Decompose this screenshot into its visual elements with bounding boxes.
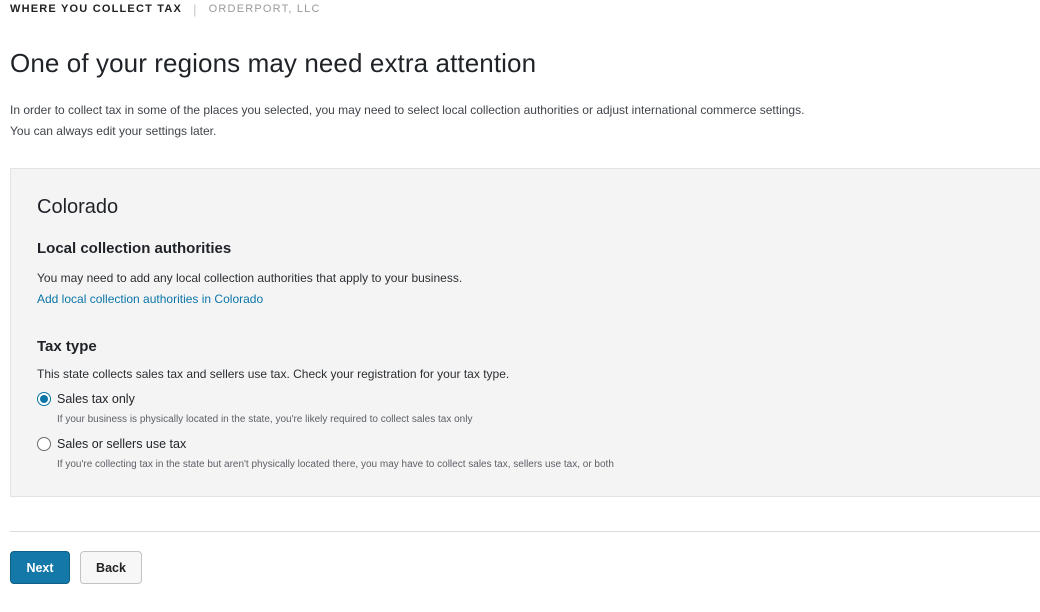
add-local-authorities-link[interactable]: Add local collection authorities in Colo… xyxy=(37,292,263,306)
region-panel: Colorado Local collection authorities Yo… xyxy=(10,168,1040,497)
sales-tax-only-radio[interactable] xyxy=(37,392,51,406)
next-button[interactable]: Next xyxy=(10,551,70,584)
page-title: One of your regions may need extra atten… xyxy=(10,48,537,78)
page: WHERE YOU COLLECT TAX | ORDERPORT, LLC O… xyxy=(0,0,1040,612)
sales-or-sellers-use-tax-radio[interactable] xyxy=(37,437,51,451)
sales-or-sellers-use-tax-help: If you're collecting tax in the state bu… xyxy=(57,459,614,470)
sales-tax-only-label: Sales tax only xyxy=(57,392,135,406)
local-authorities-heading: Local collection authorities xyxy=(37,240,232,257)
intro-text: In order to collect tax in some of the p… xyxy=(10,100,804,142)
radio-selected-dot xyxy=(40,395,48,403)
region-name: Colorado xyxy=(37,196,119,218)
breadcrumb-company: ORDERPORT, LLC xyxy=(208,3,321,15)
local-authorities-description: You may need to add any local collection… xyxy=(37,271,463,285)
sales-or-sellers-use-tax-label: Sales or sellers use tax xyxy=(57,437,187,451)
footer-divider xyxy=(10,531,1040,532)
sales-or-sellers-use-tax-option[interactable]: Sales or sellers use tax xyxy=(37,437,186,451)
intro-line-1: In order to collect tax in some of the p… xyxy=(10,103,805,117)
intro-line-2: You can always edit your settings later. xyxy=(10,124,217,138)
tax-type-description: This state collects sales tax and seller… xyxy=(37,367,510,381)
sales-tax-only-option[interactable]: Sales tax only xyxy=(37,392,135,406)
breadcrumb-current: WHERE YOU COLLECT TAX xyxy=(10,3,183,15)
breadcrumb: WHERE YOU COLLECT TAX | ORDERPORT, LLC xyxy=(10,0,321,18)
sales-tax-only-help: If your business is physically located i… xyxy=(57,414,473,425)
back-button[interactable]: Back xyxy=(80,551,142,584)
breadcrumb-separator: | xyxy=(193,1,198,17)
tax-type-heading: Tax type xyxy=(37,338,97,355)
